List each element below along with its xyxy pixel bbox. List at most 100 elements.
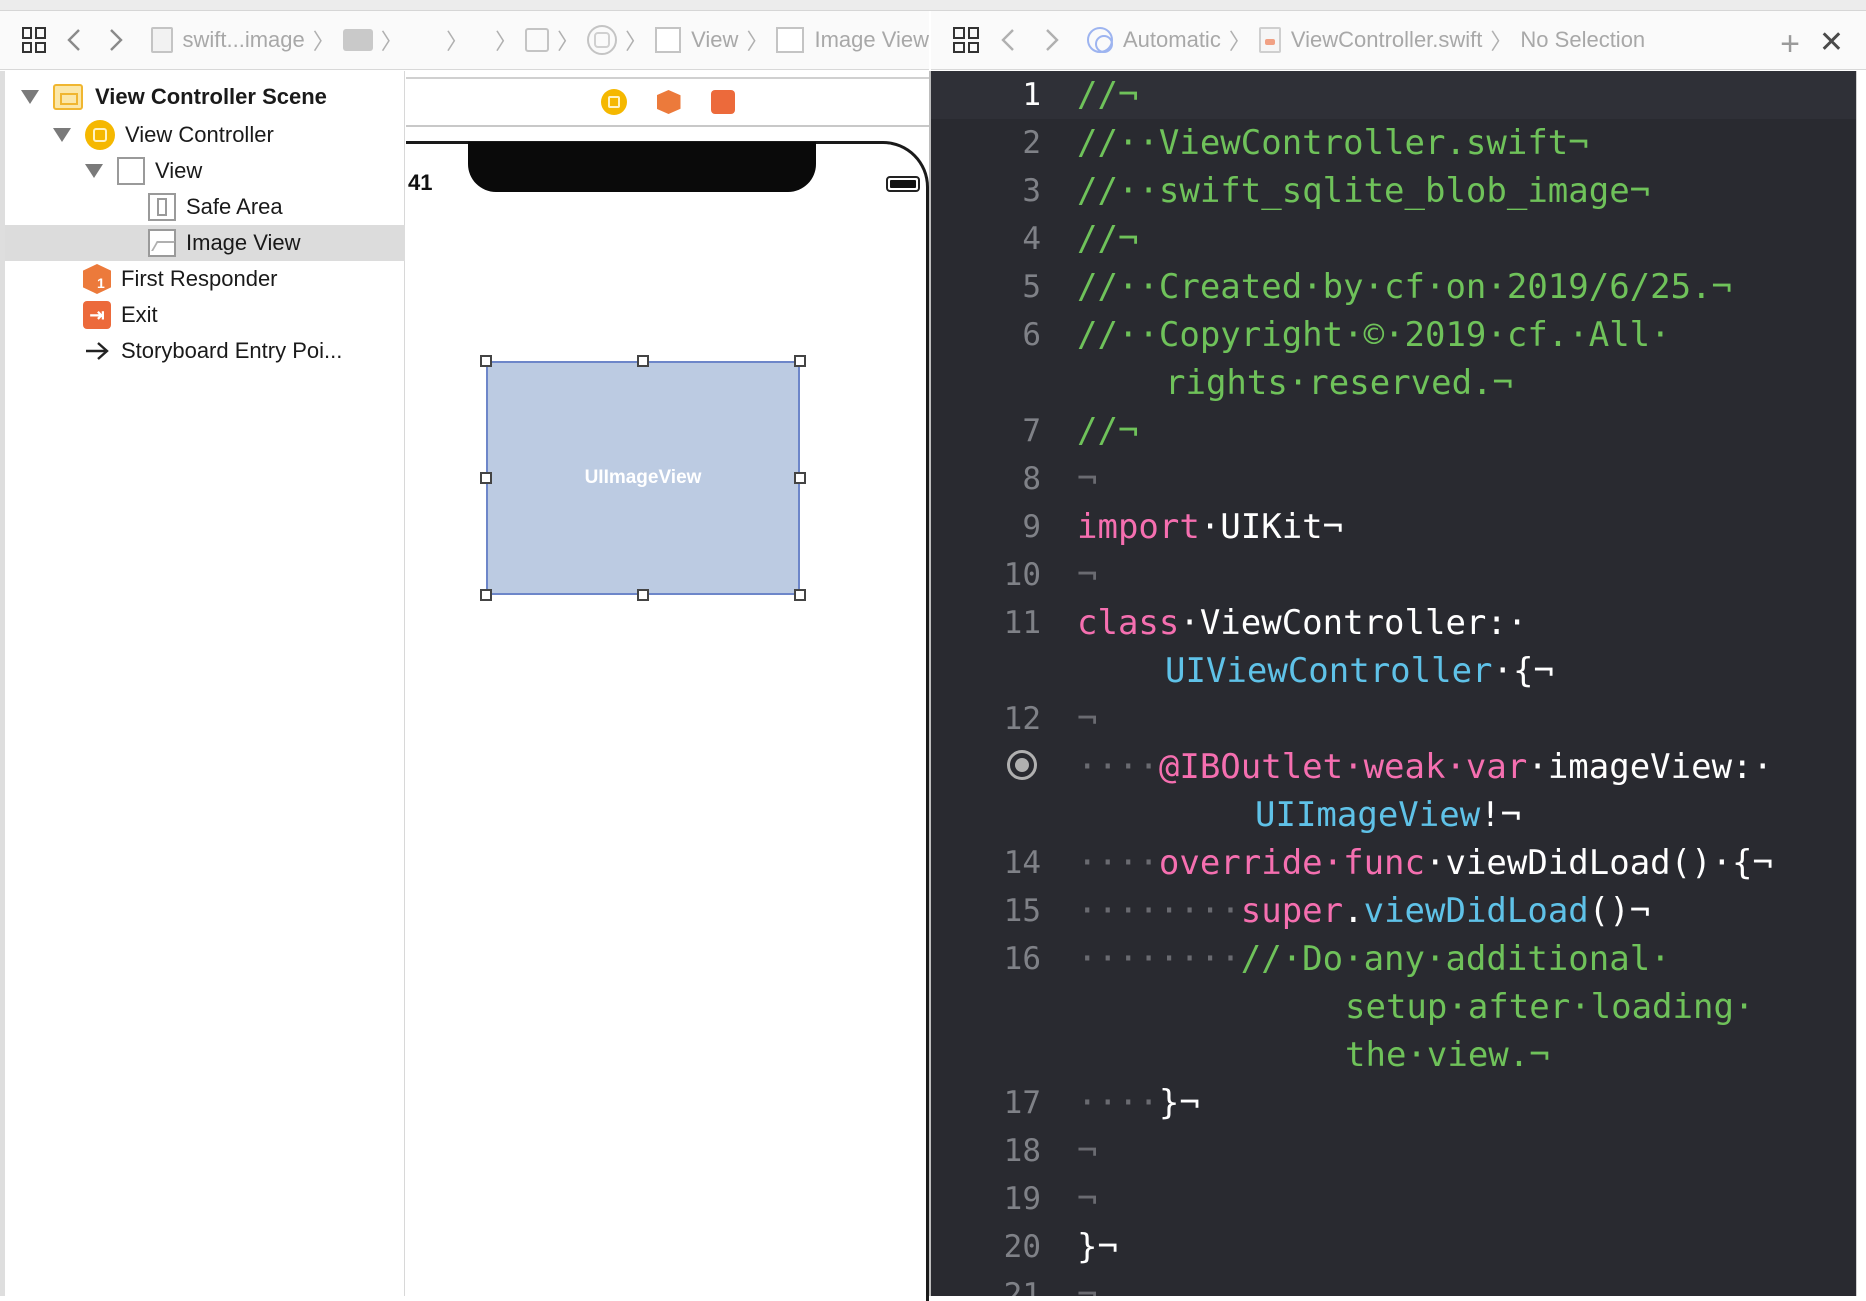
whitespace-token: ···· — [1077, 1083, 1159, 1123]
disclosure-triangle-icon[interactable] — [85, 164, 103, 178]
keyword-token: class — [1077, 603, 1180, 643]
outline-item-view[interactable]: View — [5, 153, 405, 189]
exit-icon[interactable] — [710, 90, 735, 114]
view-icon — [117, 157, 145, 185]
outline-item-exit[interactable]: ⇥ Exit — [5, 297, 405, 333]
code-line: class·ViewController:· — [1077, 599, 1527, 647]
code-line: import·UIKit¬ — [1077, 503, 1343, 551]
first-responder-icon: 1 — [83, 264, 111, 294]
code-line: //··Copyright·©·2019·cf.·All· — [1077, 315, 1671, 355]
status-bar-time: 41 — [408, 170, 433, 195]
storyboard-canvas[interactable]: 41 UIImageView — [406, 71, 929, 1301]
breadcrumb-separator: 〉 — [557, 29, 580, 54]
add-editor-icon[interactable]: + — [1780, 25, 1800, 64]
line-number: 20 — [1003, 1229, 1041, 1265]
view-controller-icon[interactable] — [600, 89, 627, 115]
code-token: ·viewDidLoad()·{¬ — [1425, 843, 1773, 883]
inspector-edge — [1856, 71, 1866, 1296]
first-responder-icon[interactable] — [656, 90, 681, 114]
keyword-token: override·func — [1158, 843, 1425, 883]
resize-handle-left[interactable] — [480, 472, 492, 484]
outlet-connection-icon[interactable] — [1007, 750, 1037, 780]
view-controller-icon — [85, 120, 115, 150]
resize-handle-top[interactable] — [637, 355, 649, 367]
breadcrumb-separator: 〉 — [1490, 29, 1513, 54]
forward-chevron-icon[interactable] — [1043, 28, 1061, 52]
breadcrumb-storyboard[interactable] — [525, 28, 550, 52]
forward-chevron-icon[interactable] — [108, 28, 124, 52]
whitespace-token: ···· — [1077, 747, 1159, 787]
breadcrumb-view[interactable]: View — [655, 27, 738, 53]
back-chevron-icon[interactable] — [66, 28, 82, 52]
related-items-grid-icon[interactable] — [953, 27, 979, 53]
breadcrumb-project-label: swift...image — [182, 27, 305, 52]
image-view-placeholder[interactable]: UIImageView — [486, 361, 800, 595]
disclosure-triangle-icon[interactable] — [21, 90, 39, 104]
view-controller-icon — [587, 25, 618, 55]
code-line: ¬ — [1077, 555, 1098, 595]
outline-item-label: View Controller — [125, 122, 274, 147]
breadcrumb-image-view-label: Image View — [814, 27, 929, 52]
code-line: ········//·Do·any·additional· — [1077, 935, 1671, 983]
line-number: 10 — [1003, 557, 1041, 593]
breadcrumb-image-view[interactable]: Image View — [776, 27, 929, 53]
device-notch — [468, 142, 816, 192]
scene-icon — [53, 84, 83, 110]
resize-handle-right[interactable] — [794, 472, 806, 484]
comment-token: //·Do·any·additional· — [1240, 939, 1671, 979]
line-number: 7 — [1022, 413, 1041, 449]
folder-icon — [342, 29, 373, 51]
related-items-grid-icon[interactable] — [22, 27, 46, 53]
line-number: 17 — [1003, 1085, 1041, 1121]
resize-handle-bottom-right[interactable] — [794, 589, 806, 601]
resize-handle-bottom-left[interactable] — [480, 589, 492, 601]
line-number: 15 — [1003, 893, 1041, 929]
code-line: ········super.viewDidLoad()¬ — [1077, 887, 1650, 935]
line-number: 8 — [1022, 461, 1041, 497]
line-number: 19 — [1003, 1181, 1041, 1217]
close-editor-icon[interactable]: ✕ — [1819, 25, 1844, 60]
jump-bar-left: swift...image 〉 〉 〉 〉 〉 〉 View 〉 Image V… — [0, 11, 929, 70]
breadcrumb-project[interactable]: swift...image — [150, 27, 305, 53]
line-number: 5 — [1022, 269, 1041, 305]
resize-handle-top-right[interactable] — [794, 355, 806, 367]
breadcrumb-separator: 〉 — [746, 29, 769, 54]
breadcrumb-scene[interactable] — [587, 25, 618, 55]
outline-item-storyboard-entry-point[interactable]: Storyboard Entry Poi... — [5, 333, 405, 369]
breadcrumb-view-label: View — [691, 27, 739, 52]
breadcrumb-symbol[interactable]: No Selection — [1520, 27, 1645, 53]
outline-item-scene[interactable]: View Controller Scene — [5, 79, 405, 115]
outline-item-image-view[interactable]: Image View — [5, 225, 405, 261]
line-number: 6 — [1022, 317, 1041, 353]
whitespace-token: ········ — [1077, 891, 1241, 931]
outline-item-safe-area[interactable]: Safe Area — [5, 189, 405, 225]
breadcrumb-file-label: ViewController.swift — [1290, 27, 1483, 52]
device-frame: 41 — [406, 141, 929, 1301]
back-chevron-icon[interactable] — [999, 28, 1017, 52]
outline-item-view-controller[interactable]: View Controller — [5, 117, 405, 153]
breadcrumb-folder[interactable] — [342, 29, 373, 51]
image-view-label: UIImageView — [584, 467, 702, 488]
code-token: ·ViewController:· — [1179, 603, 1528, 643]
code-line: //¬ — [1077, 219, 1139, 259]
breadcrumb-separator: 〉 — [312, 29, 335, 54]
current-line-highlight — [931, 71, 1856, 119]
outline-item-first-responder[interactable]: 1 First Responder — [5, 261, 405, 297]
code-token: ·UIKit¬ — [1199, 507, 1344, 547]
code-line-wrapped: the·view.¬ — [1345, 1035, 1550, 1075]
resize-handle-top-left[interactable] — [480, 355, 492, 367]
code-line: ¬ — [1077, 1275, 1098, 1296]
image-view-icon — [776, 27, 805, 53]
breadcrumb-file[interactable]: ViewController.swift — [1258, 27, 1483, 53]
disclosure-triangle-icon[interactable] — [53, 128, 71, 142]
automatic-icon — [1087, 27, 1113, 53]
code-editor[interactable]: 1 2 3 4 5 6 7 8 9 10 11 12 14 15 16 17 1… — [931, 71, 1856, 1296]
document-outline: View Controller Scene View Controller Vi… — [0, 71, 405, 1296]
code-line-wrapped: rights·reserved.¬ — [1165, 363, 1513, 403]
assistant-mode-selector[interactable]: Automatic — [1087, 27, 1221, 53]
outline-item-label: Image View — [186, 230, 301, 255]
code-line: ····}¬ — [1077, 1079, 1200, 1127]
resize-handle-bottom[interactable] — [637, 589, 649, 601]
file-icon — [150, 27, 173, 53]
code-line: //¬ — [1077, 411, 1139, 451]
